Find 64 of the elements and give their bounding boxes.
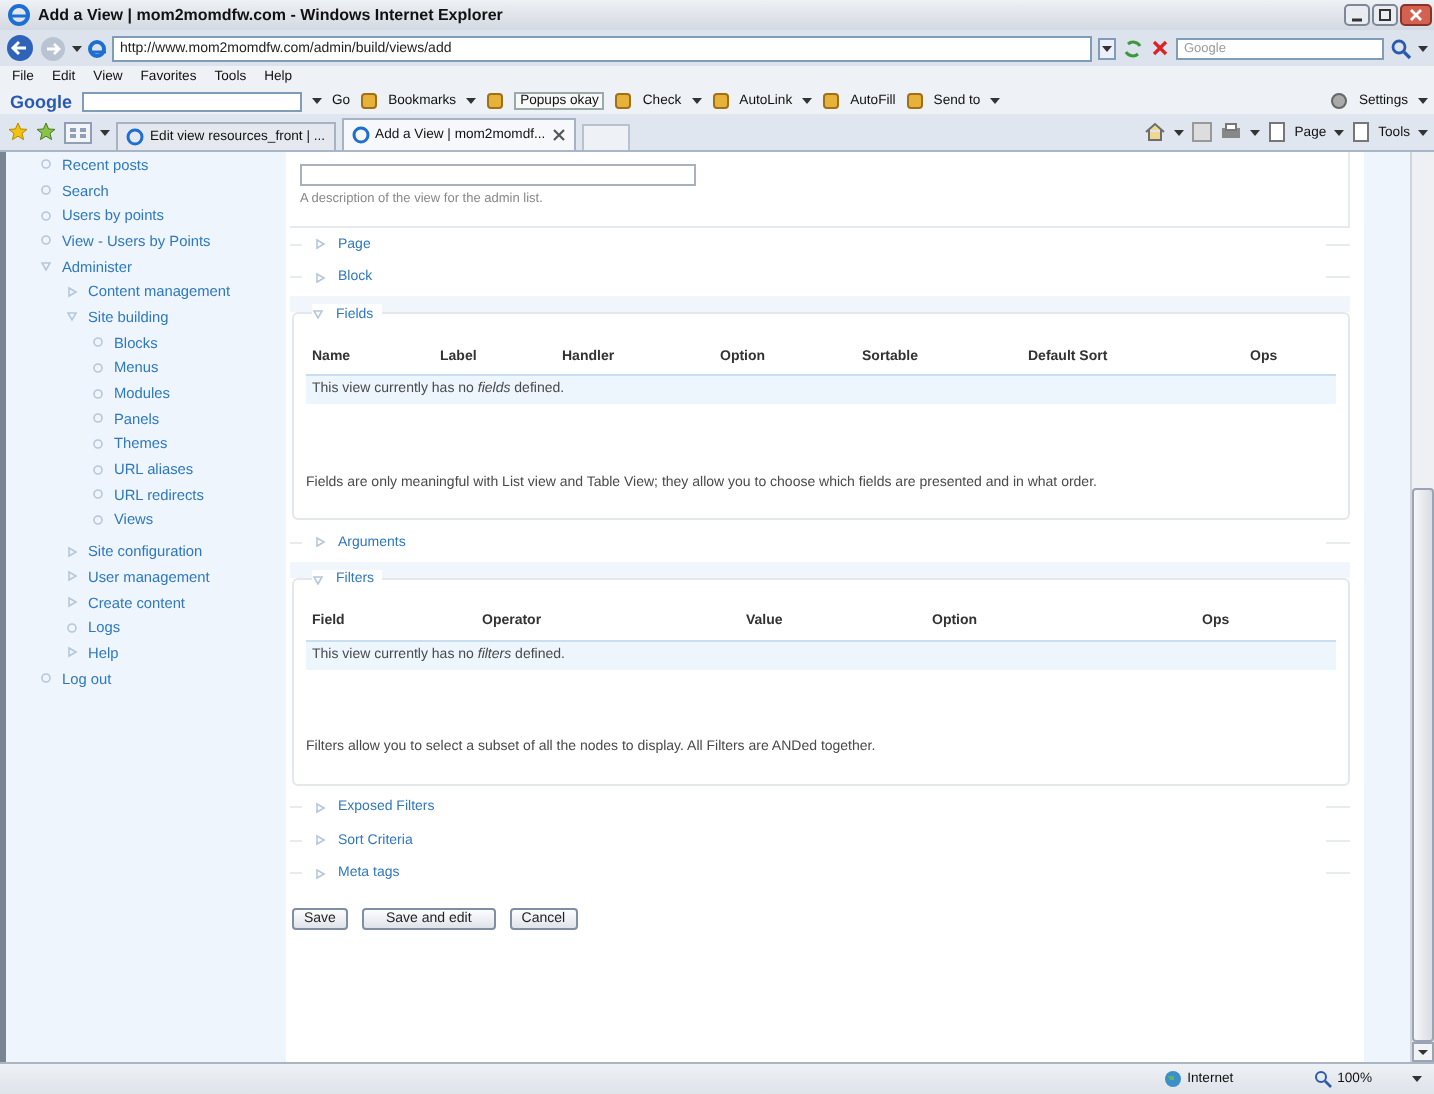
caret-icon[interactable]: [1250, 127, 1261, 137]
caret-icon[interactable]: [466, 96, 477, 106]
bullet-icon: [66, 621, 78, 634]
browser-icon: [8, 4, 30, 26]
bullet-icon: [92, 463, 104, 476]
bullet-icon: [92, 488, 104, 501]
globe-icon: [1163, 1070, 1182, 1088]
back-button[interactable]: [6, 34, 34, 62]
zoom-icon: [1313, 1070, 1332, 1088]
bullet-icon: [40, 209, 52, 222]
page-icon: [1352, 122, 1371, 142]
close-button[interactable]: [1400, 4, 1432, 26]
caret-icon[interactable]: [1412, 1074, 1422, 1084]
dropdown-button[interactable]: [1098, 37, 1116, 59]
toolbar-icon: [486, 92, 505, 110]
page-icon: [126, 128, 144, 146]
toolbar-icon: [822, 92, 841, 110]
toolbar-icon: [711, 92, 730, 110]
caret-icon[interactable]: [1418, 127, 1428, 137]
description-field[interactable]: [300, 164, 696, 186]
caret-icon[interactable]: [990, 96, 1001, 106]
collapsed-arrow-icon: [66, 285, 78, 298]
caret-icon[interactable]: [1418, 43, 1428, 53]
caret-icon[interactable]: [802, 96, 813, 106]
caret-icon[interactable]: [1418, 96, 1428, 106]
bullet-icon: [40, 234, 52, 247]
toolbar-icon: [614, 92, 633, 110]
toolbar-icon: [360, 92, 379, 110]
bullet-icon: [40, 672, 52, 685]
close-icon[interactable]: [551, 128, 566, 142]
add-favorite-icon[interactable]: [36, 122, 56, 142]
page-icon: [351, 126, 370, 144]
caret-icon[interactable]: [312, 96, 322, 106]
stop-icon[interactable]: [1150, 38, 1170, 58]
search-icon[interactable]: [1390, 37, 1412, 59]
maximize-button[interactable]: [1372, 4, 1398, 26]
printer-icon[interactable]: [1220, 122, 1243, 142]
star-icon[interactable]: [8, 122, 28, 142]
caret-icon[interactable]: [72, 43, 82, 53]
caret-icon[interactable]: [691, 96, 702, 106]
bullet-icon: [92, 387, 104, 400]
home-icon[interactable]: [1144, 122, 1167, 142]
bullet-icon: [92, 437, 104, 450]
caret-icon[interactable]: [100, 127, 110, 137]
collapsed-arrow-icon: [66, 646, 78, 659]
expanded-arrow-icon: [66, 310, 78, 323]
toolbar-icon: [905, 92, 924, 110]
toolbar-search-field[interactable]: [82, 91, 302, 111]
bullet-icon: [92, 412, 104, 425]
expanded-arrow-icon: [40, 260, 52, 273]
bullet-icon: [40, 184, 52, 197]
google-logo: Google: [10, 91, 72, 111]
bullet-icon: [92, 361, 104, 374]
caret-icon[interactable]: [1334, 127, 1345, 137]
page-icon: [88, 39, 106, 57]
bullet-icon: [40, 158, 52, 171]
caret-icon[interactable]: [1174, 127, 1185, 137]
scrollbar-thumb[interactable]: [1412, 487, 1434, 1042]
window-title: Add a View | mom2momdfw.com - Windows Internet Explorer: [38, 6, 505, 24]
scroll-down-button[interactable]: [1412, 1042, 1434, 1062]
minimize-button[interactable]: [1344, 4, 1370, 26]
page-icon: [1268, 122, 1287, 142]
bullet-icon: [92, 336, 104, 349]
bullet-icon: [92, 513, 104, 526]
